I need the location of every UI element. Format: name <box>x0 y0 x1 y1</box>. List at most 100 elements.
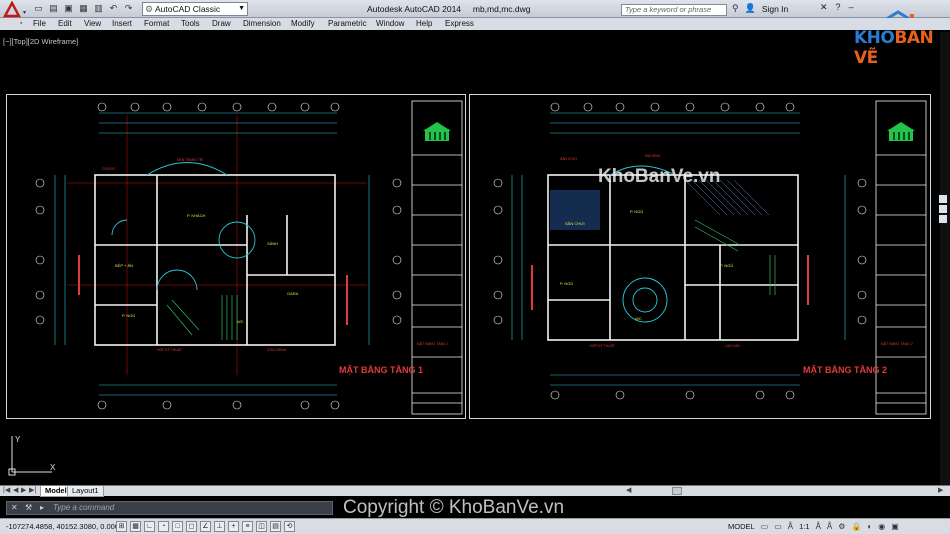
workspace-label: AutoCAD Classic <box>155 4 221 14</box>
application-menu-button[interactable] <box>2 1 28 18</box>
layout-sheet-1: P. KHÁCH BẾP + ĂN SẢNH GARA P. NGỦ WC CỬ… <box>6 94 466 419</box>
svg-text:P. NGỦ: P. NGỦ <box>560 281 573 286</box>
navigation-bar[interactable] <box>938 195 948 227</box>
annotation-scale[interactable]: 1:1 <box>799 522 809 531</box>
workspace-switching-icon[interactable]: ⚙ <box>838 522 845 531</box>
viewport-controls[interactable]: [−][Top][2D Wireframe] <box>3 37 78 46</box>
quick-view-layouts-icon[interactable]: ▭ <box>761 522 769 531</box>
menu-tools[interactable]: Tools <box>181 19 200 28</box>
annotation-visibility-icon[interactable]: Å <box>816 522 821 531</box>
object-snap-tracking-icon[interactable]: ∠ <box>200 521 211 532</box>
layout-tab-bar: |◀ ◀ ▶ ▶| Model Layout1 ◀ ▶ <box>0 485 950 497</box>
dynamic-input-icon[interactable]: + <box>228 521 239 532</box>
command-placeholder: Type a command <box>53 503 115 512</box>
grid-display-icon[interactable]: ▦ <box>130 521 141 532</box>
transparency-icon[interactable]: ◫ <box>256 521 267 532</box>
user-icon[interactable]: 👤 <box>745 3 756 14</box>
save-icon[interactable]: ▣ <box>62 2 75 15</box>
window-title: Autodesk AutoCAD 2014 mb,md,mc.dwg <box>367 4 530 14</box>
help-icon[interactable]: ? <box>836 2 841 13</box>
menu-draw[interactable]: Draw <box>212 19 231 28</box>
model-space-toggle[interactable]: MODEL <box>728 522 755 531</box>
horizontal-scrollbar-left-icon[interactable]: ◀ <box>626 486 631 494</box>
menu-help[interactable]: Help <box>416 19 432 28</box>
svg-text:GARA: GARA <box>287 291 299 296</box>
svg-text:HỘP KỸ THUẬT: HỘP KỸ THUẬT <box>590 343 615 348</box>
svg-text:CỬA SỔ: CỬA SỔ <box>102 166 116 171</box>
next-tab-icon[interactable]: ▶ <box>21 486 26 494</box>
status-bar: -107274.4858, 40152.3080, 0.0000 ⊞ ▦ ∟ ◔… <box>0 518 950 534</box>
workspace-switcher[interactable]: ⚙ AutoCAD Classic ▼ <box>142 2 248 16</box>
exchange-icon[interactable]: ✕ <box>820 2 828 13</box>
polar-tracking-icon[interactable]: ◔ <box>158 521 169 532</box>
coordinates-readout[interactable]: -107274.4858, 40152.3080, 0.0000 <box>6 522 123 531</box>
menu-express[interactable]: Express <box>445 19 474 28</box>
app-name: Autodesk AutoCAD 2014 <box>367 4 462 14</box>
menu-insert[interactable]: Insert <box>112 19 132 28</box>
svg-text:BẾP + ĂN: BẾP + ĂN <box>115 263 133 268</box>
3d-osnap-icon[interactable]: ◻ <box>186 521 197 532</box>
menu-format[interactable]: Format <box>144 19 169 28</box>
undo-icon[interactable]: ↶ <box>107 2 120 15</box>
menu-edit[interactable]: Edit <box>58 19 72 28</box>
dynamic-ucs-icon[interactable]: ⊥ <box>214 521 225 532</box>
svg-text:SÂN CHƠI: SÂN CHƠI <box>565 221 585 226</box>
close-icon[interactable]: ✕ <box>11 502 18 514</box>
isolate-objects-icon[interactable]: ◉ <box>878 522 885 531</box>
lineweight-icon[interactable]: ≡ <box>242 521 253 532</box>
menu-window[interactable]: Window <box>376 19 404 28</box>
svg-text:Y: Y <box>15 435 21 444</box>
clean-screen-icon[interactable]: ▣ <box>891 522 899 531</box>
menu-parametric[interactable]: Parametric <box>328 19 367 28</box>
svg-text:SÂN CHƠI: SÂN CHƠI <box>560 157 577 161</box>
command-input[interactable]: ✕ ⚒ ▸ Type a command <box>6 501 333 515</box>
svg-text:P. KHÁCH: P. KHÁCH <box>187 213 205 218</box>
hardware-acceleration-icon[interactable]: ◐ <box>867 522 872 531</box>
gear-icon: ⚙ <box>145 4 154 14</box>
binoculars-icon[interactable]: ⚲ <box>732 3 739 14</box>
wrench-icon[interactable]: ⚒ <box>25 502 32 514</box>
plot-icon[interactable]: ▥ <box>92 2 105 15</box>
new-icon[interactable]: ▭ <box>32 2 45 15</box>
snap-mode-icon[interactable]: ⊞ <box>116 521 127 532</box>
open-icon[interactable]: ▤ <box>47 2 60 15</box>
last-tab-icon[interactable]: ▶| <box>29 486 36 494</box>
redo-icon[interactable]: ↷ <box>122 2 135 15</box>
svg-text:CỬA CHÍNH: CỬA CHÍNH <box>267 347 287 352</box>
lock-icon[interactable]: 🔒 <box>851 522 861 531</box>
svg-text:WC: WC <box>237 319 244 324</box>
svg-text:HỘP KỸ THUẬT: HỘP KỸ THUẬT <box>157 347 182 352</box>
ortho-mode-icon[interactable]: ∟ <box>144 521 155 532</box>
vertical-scrollbar[interactable] <box>940 32 950 486</box>
drafting-toggles: ⊞ ▦ ∟ ◔ □ ◻ ∠ ⊥ + ≡ ◫ ▤ ⟲ <box>116 521 295 532</box>
menu-view[interactable]: View <box>84 19 101 28</box>
auto-scale-icon[interactable]: Å <box>827 522 832 531</box>
horizontal-scrollbar-right-icon[interactable]: ▶ <box>938 486 943 494</box>
horizontal-scrollbar-thumb[interactable] <box>672 487 682 495</box>
quick-access-toolbar: ▭ ▤ ▣ ▦ ▥ ↶ ↷ <box>32 2 135 16</box>
first-tab-icon[interactable]: |◀ <box>3 486 10 494</box>
plan-title-1: MẶT BẰNG TẦNG 1 <box>339 365 423 375</box>
menu-file[interactable]: File <box>33 19 46 28</box>
tab-layout1[interactable]: Layout1 <box>67 486 104 497</box>
prev-tab-icon[interactable]: ◀ <box>13 486 18 494</box>
save-as-icon[interactable]: ▦ <box>77 2 90 15</box>
prompt-icon: ▸ <box>40 503 45 512</box>
sign-in-link[interactable]: Sign In <box>762 4 788 14</box>
svg-text:X: X <box>50 463 56 472</box>
quick-properties-icon[interactable]: ▤ <box>270 521 281 532</box>
menu-modify[interactable]: Modify <box>291 19 315 28</box>
object-snap-icon[interactable]: □ <box>172 521 183 532</box>
search-input[interactable]: Type a keyword or phrase <box>621 4 727 16</box>
annotation-scale-icon: Å <box>787 522 794 531</box>
svg-text:P. NGỦ: P. NGỦ <box>720 263 733 268</box>
window-controls: ✕ ? – <box>820 2 854 13</box>
autocad-window: ▭ ▤ ▣ ▦ ▥ ↶ ↷ ⚙ AutoCAD Classic ▼ Autode… <box>0 0 950 534</box>
svg-text:LAN CAN: LAN CAN <box>725 344 740 348</box>
quick-view-drawings-icon[interactable]: ▭ <box>774 522 782 531</box>
status-right: MODEL ▭ ▭ Å 1:1 Å Å ⚙ 🔒 ◐ ◉ ▣ <box>728 522 899 531</box>
ucs-icon: Y X <box>8 435 56 476</box>
menu-dimension[interactable]: Dimension <box>243 19 281 28</box>
selection-cycling-icon[interactable]: ⟲ <box>284 521 295 532</box>
title-bar: ▭ ▤ ▣ ▦ ▥ ↶ ↷ ⚙ AutoCAD Classic ▼ Autode… <box>0 0 950 18</box>
